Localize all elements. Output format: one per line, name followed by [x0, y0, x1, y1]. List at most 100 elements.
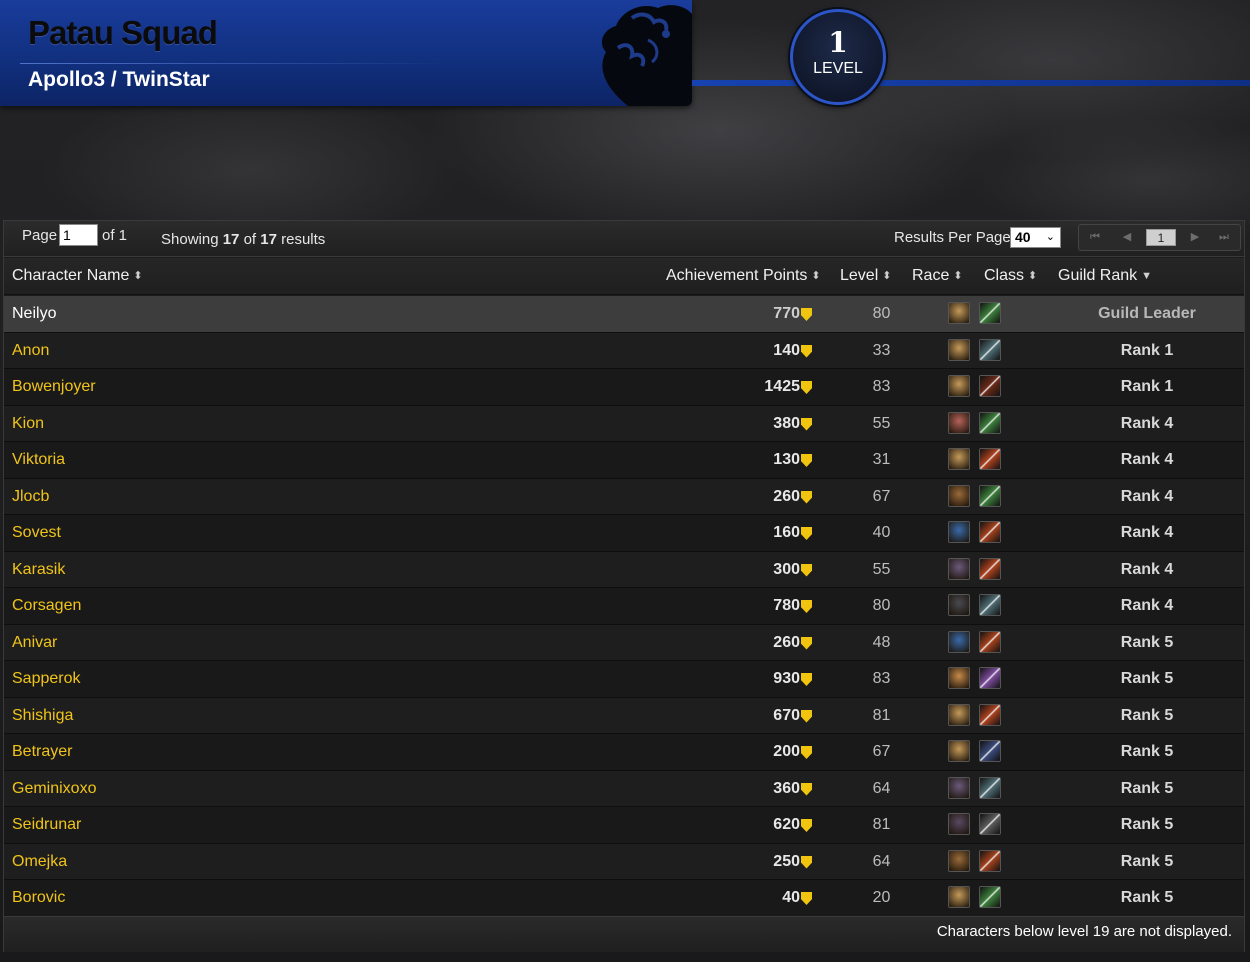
- achievement-points: 360: [773, 779, 800, 797]
- table-row[interactable]: Neilyo 770 80 Guild Leader: [4, 296, 1244, 333]
- table-row[interactable]: Jlocb 260 67 Rank 4: [4, 478, 1244, 515]
- character-name-link[interactable]: Kion: [12, 415, 44, 433]
- achievement-points: 130: [773, 451, 800, 468]
- column-character-name[interactable]: Character Name ⬍: [12, 267, 143, 285]
- table-row[interactable]: Betrayer 200 67 Rank 5: [4, 734, 1244, 771]
- table-row[interactable]: Kion 380 55 Rank 4: [4, 405, 1244, 442]
- race-icon: [948, 521, 970, 543]
- character-name-link[interactable]: Jlocb: [12, 488, 49, 506]
- class-icon: [979, 448, 1001, 470]
- page-count-label: of 1: [102, 227, 128, 244]
- achievement-shield-icon: [801, 782, 812, 796]
- character-name-link[interactable]: Anivar: [12, 634, 57, 652]
- character-name-link[interactable]: Sovest: [12, 524, 61, 542]
- guild-rank: Rank 4: [1120, 524, 1174, 541]
- table-row[interactable]: Borovic 40 20 Rank 5: [4, 880, 1244, 917]
- column-character-name-label: Character Name: [12, 267, 130, 284]
- guild-rank: Rank 4: [1120, 560, 1174, 578]
- class-icon: [979, 302, 1001, 324]
- showing-prefix: Showing: [161, 231, 219, 248]
- table-row[interactable]: Viktoria 130 31 Rank 4: [4, 442, 1244, 479]
- sort-descending-icon: ▼: [1141, 270, 1153, 282]
- table-row[interactable]: Omejka 250 64 Rank 5: [4, 843, 1244, 880]
- guild-banner: Patau Squad Apollo3 / TwinStar: [0, 0, 692, 106]
- character-level: 48: [872, 633, 891, 651]
- character-level: 55: [872, 560, 891, 578]
- character-level: 83: [872, 670, 891, 687]
- character-name-link[interactable]: Sapperok: [12, 670, 81, 688]
- guild-rank: Rank 4: [1120, 597, 1174, 614]
- guild-level-label: LEVEL: [813, 60, 863, 77]
- table-row[interactable]: Geminixoxo 360 64 Rank 5: [4, 770, 1244, 807]
- class-icon: [979, 375, 1001, 397]
- table-row[interactable]: Sapperok 930 83 Rank 5: [4, 661, 1244, 698]
- current-page-indicator[interactable]: 1: [1146, 229, 1176, 246]
- class-icon: [979, 667, 1001, 689]
- realm-name: Apollo3 / TwinStar: [28, 68, 210, 91]
- character-name-link[interactable]: Anon: [12, 342, 49, 360]
- class-icon: [979, 594, 1001, 616]
- achievement-points: 620: [773, 816, 800, 833]
- guild-rank: Rank 5: [1120, 743, 1174, 760]
- character-name-link[interactable]: Bowenjoyer: [12, 378, 96, 396]
- guild-name: Patau Squad: [28, 14, 218, 51]
- character-name-link[interactable]: Neilyo: [12, 305, 56, 323]
- character-level: 40: [872, 524, 891, 541]
- first-page-button[interactable]: ⏮: [1081, 227, 1109, 248]
- alliance-emblem-icon: [601, 5, 692, 106]
- character-name-link[interactable]: Corsagen: [12, 597, 81, 615]
- achievement-points: 780: [773, 597, 800, 614]
- achievement-shield-icon: [801, 709, 812, 723]
- table-row[interactable]: Sovest 160 40 Rank 4: [4, 515, 1244, 552]
- table-row[interactable]: Seidrunar 620 81 Rank 5: [4, 807, 1244, 844]
- achievement-points: 930: [773, 670, 800, 687]
- guild-rank: Rank 1: [1120, 341, 1174, 359]
- last-page-button[interactable]: ⏭: [1210, 227, 1238, 248]
- character-name-link[interactable]: Karasik: [12, 561, 65, 579]
- character-name-link[interactable]: Borovic: [12, 889, 65, 907]
- achievement-shield-icon: [801, 600, 812, 613]
- character-name-link[interactable]: Shishiga: [12, 707, 73, 725]
- class-icon: [979, 776, 1001, 799]
- achievement-shield-icon: [801, 454, 812, 467]
- character-name-link[interactable]: Geminixoxo: [12, 780, 96, 798]
- class-icon: [979, 411, 1001, 434]
- character-level: 64: [872, 852, 891, 870]
- table-row[interactable]: Corsagen 780 80 Rank 4: [4, 588, 1244, 625]
- sort-arrows-icon: ⬍: [1028, 270, 1038, 282]
- column-level[interactable]: Level ⬍: [840, 267, 891, 285]
- table-row[interactable]: Anon 140 33 Rank 1: [4, 332, 1244, 369]
- column-race[interactable]: Race ⬍: [912, 267, 963, 285]
- roster-panel: Page of 1 Showing 17 of 17 results Resul…: [3, 220, 1245, 952]
- race-icon: [948, 411, 970, 434]
- race-icon: [948, 557, 970, 580]
- pagination-controls: ⏮ ◀ 1 ▶ ⏭: [1078, 224, 1241, 251]
- previous-page-button[interactable]: ◀: [1113, 227, 1141, 248]
- results-per-page-value: 40: [1015, 229, 1031, 245]
- character-name-link[interactable]: Omejka: [12, 853, 67, 871]
- guild-rank: Guild Leader: [1098, 305, 1196, 322]
- next-page-button[interactable]: ▶: [1181, 227, 1209, 248]
- character-name-link[interactable]: Seidrunar: [12, 816, 81, 834]
- character-level: 55: [872, 414, 891, 432]
- guild-rank: Rank 4: [1120, 451, 1174, 468]
- column-achievement-points[interactable]: Achievement Points ⬍: [666, 267, 821, 285]
- race-icon: [948, 594, 970, 616]
- character-name-link[interactable]: Betrayer: [12, 743, 72, 761]
- column-class[interactable]: Class ⬍: [984, 267, 1037, 285]
- race-icon: [948, 484, 970, 507]
- table-row[interactable]: Anivar 260 48 Rank 5: [4, 624, 1244, 661]
- table-row[interactable]: Karasik 300 55 Rank 4: [4, 551, 1244, 588]
- achievement-points: 200: [773, 743, 800, 760]
- achievement-shield-icon: [801, 417, 812, 431]
- table-row[interactable]: Bowenjoyer 1425 83 Rank 1: [4, 369, 1244, 406]
- table-row[interactable]: Shishiga 670 81 Rank 5: [4, 697, 1244, 734]
- achievement-shield-icon: [801, 308, 812, 321]
- column-guild-rank[interactable]: Guild Rank ▼: [1058, 267, 1152, 285]
- achievement-shield-icon: [801, 527, 812, 540]
- page-number-input[interactable]: [59, 224, 98, 246]
- results-per-page-select[interactable]: 40 ⌄: [1010, 227, 1061, 248]
- character-name-link[interactable]: Viktoria: [12, 451, 65, 469]
- achievement-shield-icon: [801, 855, 812, 869]
- achievement-shield-icon: [801, 344, 812, 358]
